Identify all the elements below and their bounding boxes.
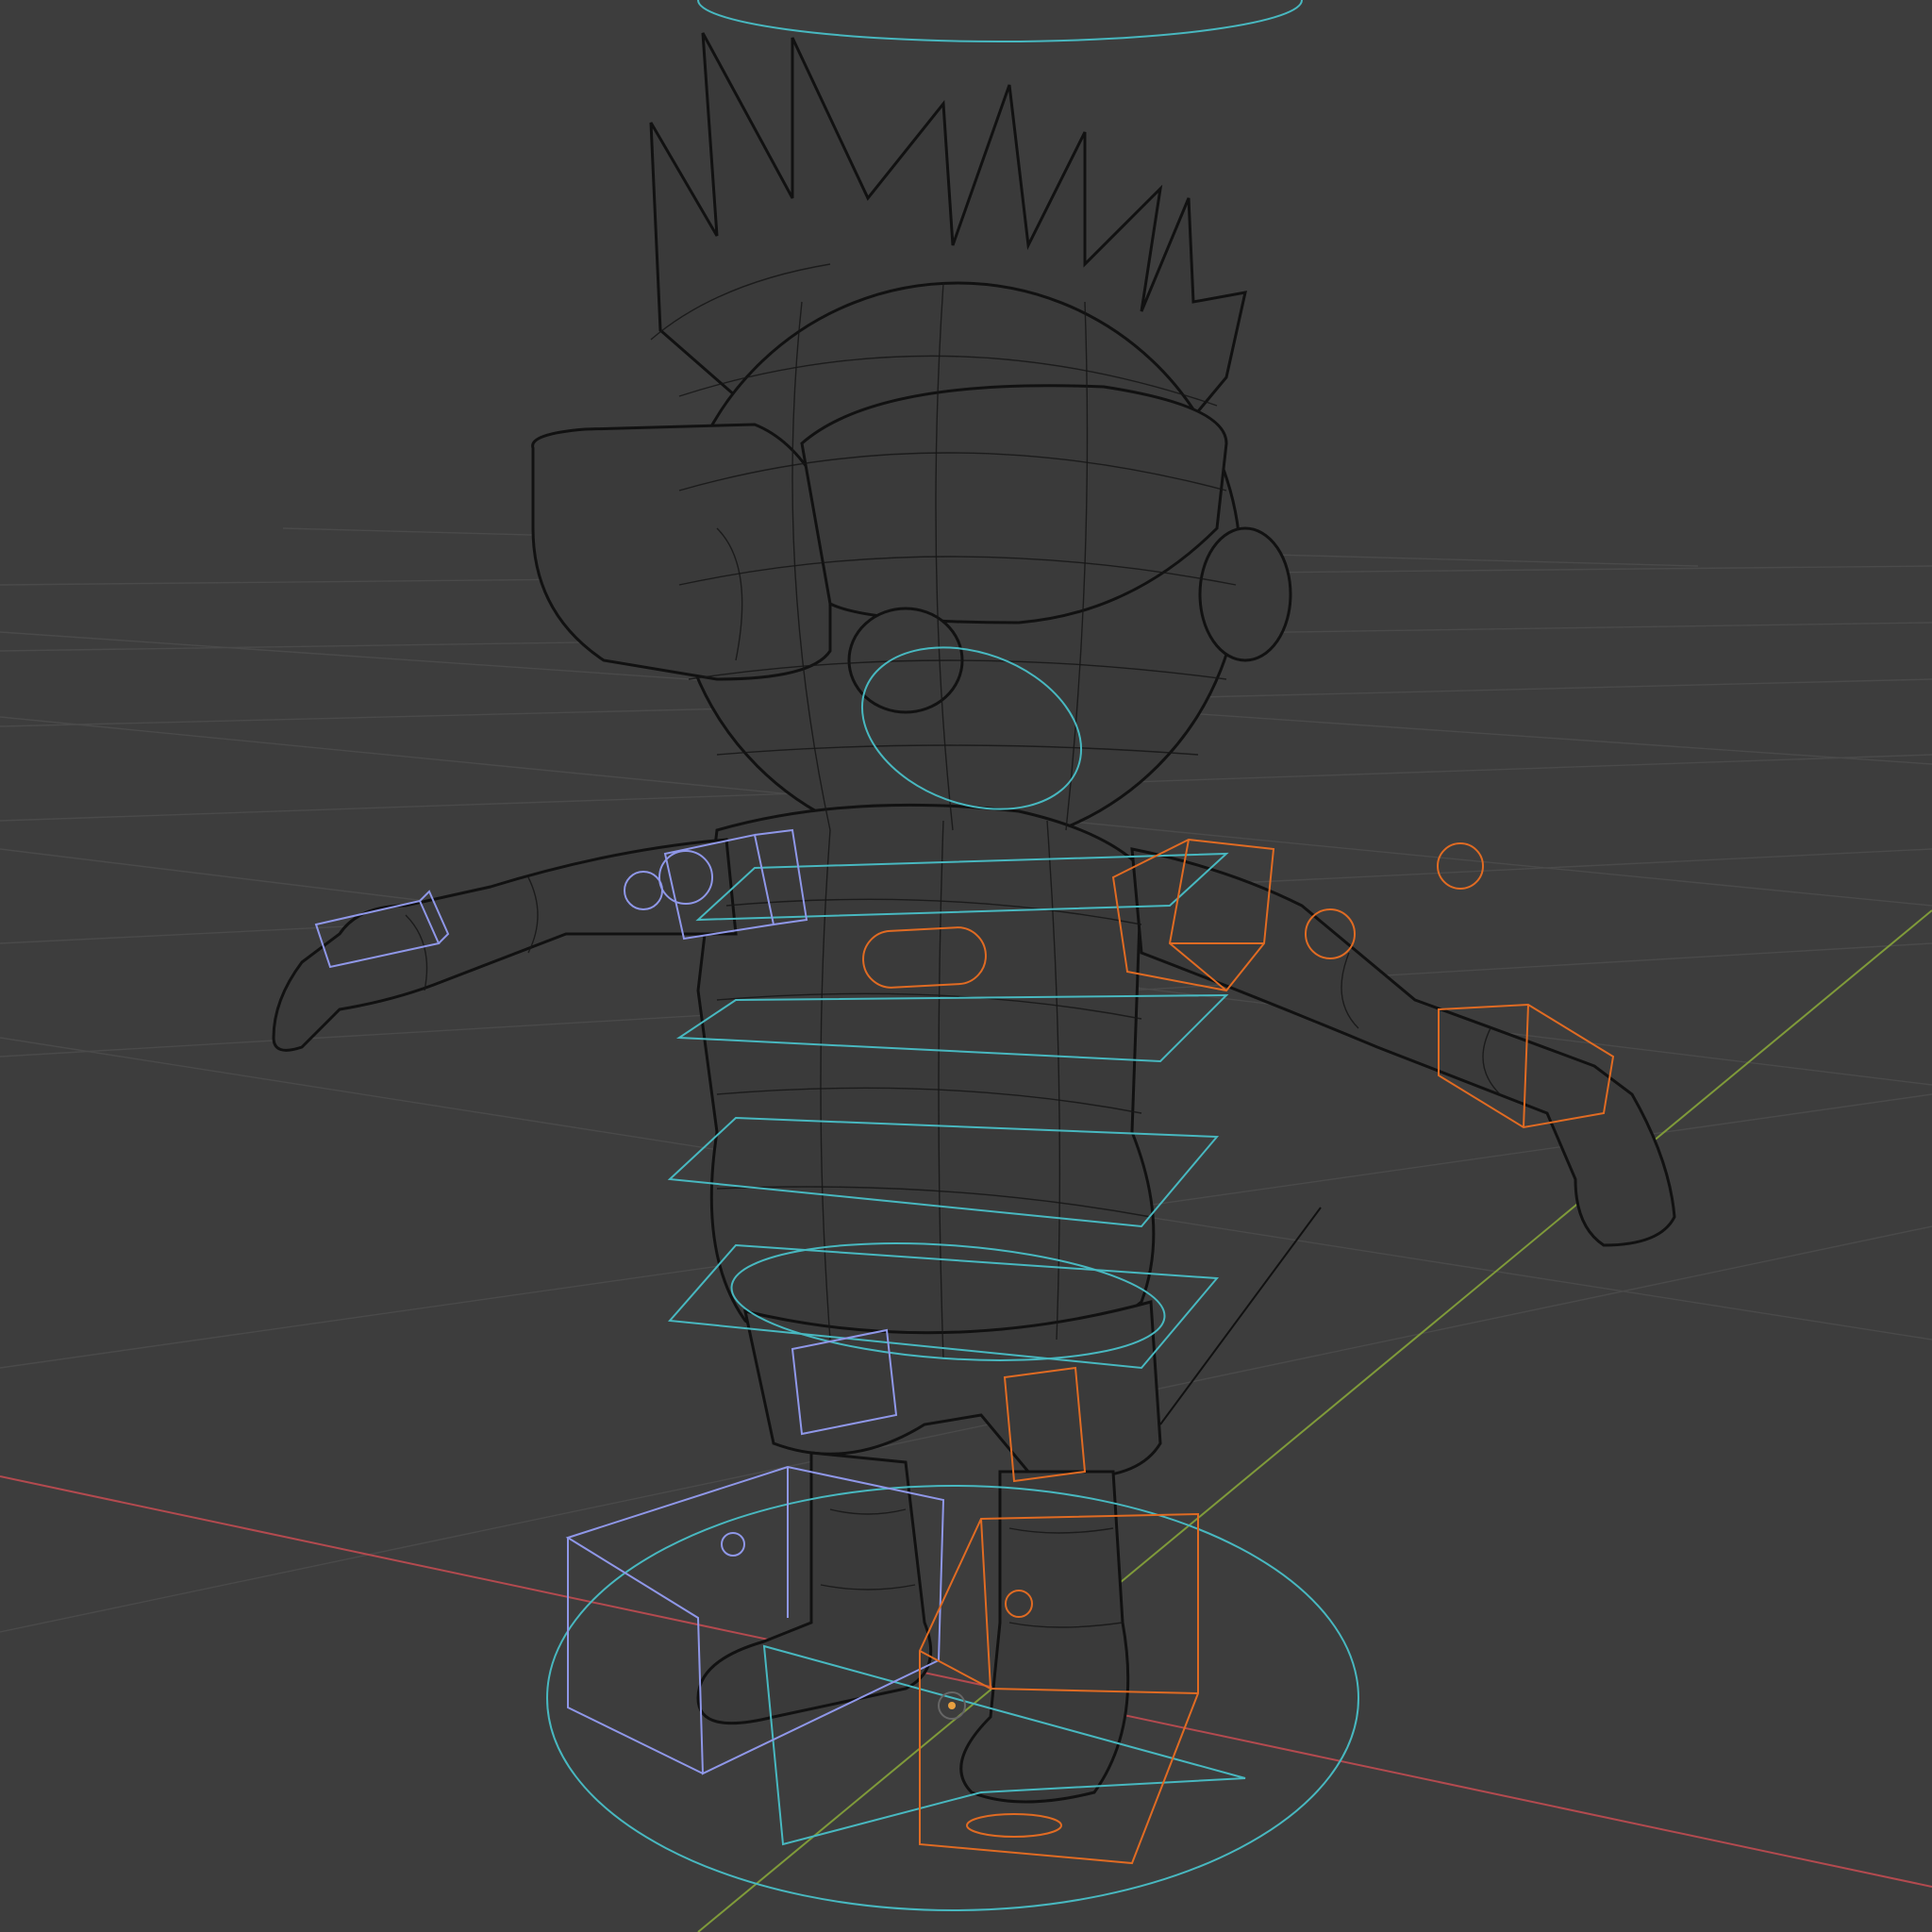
- character-wireframe[interactable]: [272, 32, 1676, 1804]
- left-knee-pole[interactable]: [721, 1532, 745, 1557]
- right-leg-mesh[interactable]: [959, 1470, 1130, 1804]
- left-arm-mesh[interactable]: [272, 838, 738, 1052]
- ear-mesh[interactable]: [1198, 526, 1292, 662]
- viewport-canvas[interactable]: [0, 0, 1932, 1932]
- 3d-viewport[interactable]: [0, 0, 1932, 1932]
- right-heel-control[interactable]: [966, 1813, 1062, 1838]
- glasses-mesh[interactable]: [531, 423, 832, 681]
- right-elbow-pole[interactable]: [1437, 842, 1484, 890]
- object-origin: [948, 1702, 956, 1709]
- right-arm-mesh[interactable]: [1130, 847, 1676, 1247]
- x-axis-line: [0, 1475, 1932, 1888]
- head-top-control[interactable]: [697, 0, 1303, 42]
- 3d-cursor[interactable]: [938, 1691, 966, 1720]
